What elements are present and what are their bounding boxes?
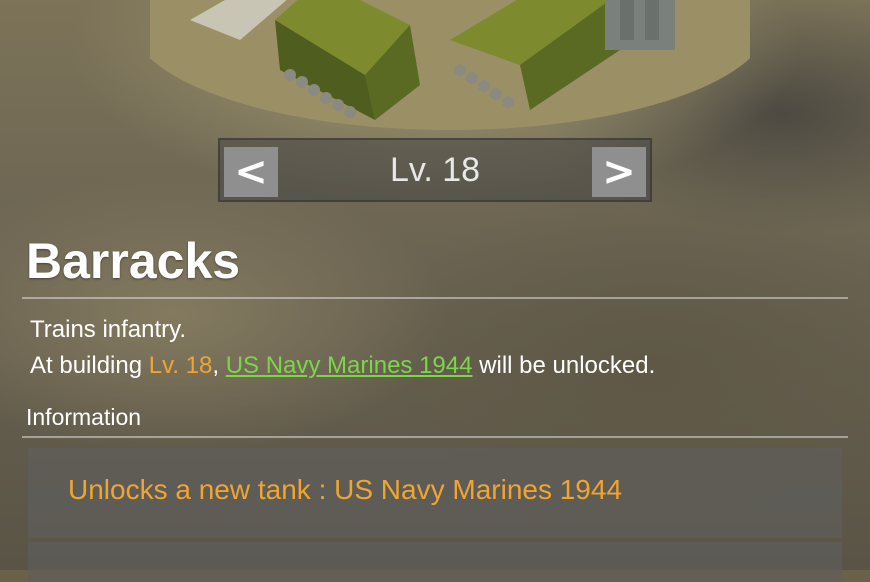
info-row: Unlocks a new tank : US Navy Marines 194… xyxy=(28,448,842,538)
info-row-partial xyxy=(28,542,842,582)
unlock-prefix: At building xyxy=(30,352,149,379)
unlock-separator: , xyxy=(212,352,226,379)
level-display: Lv. 18 xyxy=(389,150,481,189)
level-selector: < Lv. 18 > xyxy=(218,138,652,202)
unlock-item-link[interactable]: US Navy Marines 1944 xyxy=(226,352,473,379)
barracks-building-illustration xyxy=(130,0,770,140)
chevron-right-icon: > xyxy=(602,149,636,195)
unlock-level: Lv. 18 xyxy=(148,352,213,379)
unlock-suffix: will be unlocked. xyxy=(472,352,656,379)
information-divider xyxy=(22,436,848,438)
building-title: Barracks xyxy=(26,233,241,289)
info-row-text: Unlocks a new tank : US Navy Marines 194… xyxy=(68,474,623,505)
title-divider xyxy=(22,297,848,299)
unlock-description: At building Lv. 18, US Navy Marines 1944… xyxy=(30,352,655,380)
next-level-button[interactable]: > xyxy=(592,147,646,197)
building-description: Trains infantry. xyxy=(30,316,187,343)
information-heading: Information xyxy=(26,404,142,430)
